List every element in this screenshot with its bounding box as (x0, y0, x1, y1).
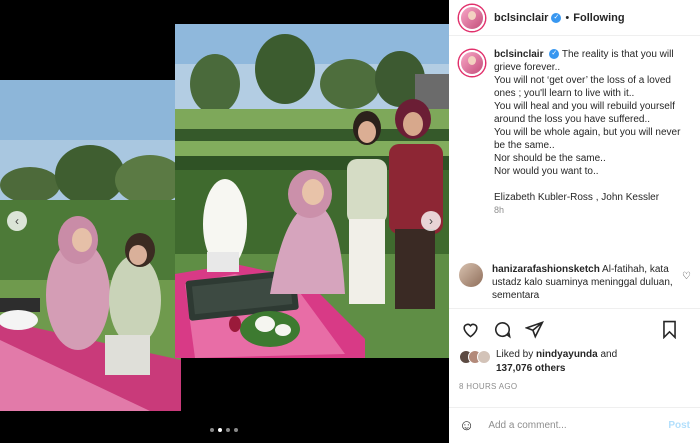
chevron-right-icon: › (429, 214, 433, 228)
slide-indicator (210, 428, 238, 432)
comment-icon (494, 322, 511, 339)
caption: bclsinclair ✓ The reality is that you wi… (459, 48, 695, 217)
comment-item: hanizarafashionsketch Al-fatihah, kata u… (459, 263, 695, 302)
caption-line: You will not ‘get over’ the loss of a lo… (494, 75, 671, 99)
slide-dot (234, 428, 238, 432)
slide-dot (210, 428, 214, 432)
header-username[interactable]: bclsinclair (494, 12, 548, 24)
comment-button[interactable] (491, 319, 513, 341)
avatar (477, 350, 491, 364)
caption-avatar[interactable] (459, 50, 485, 76)
liker-username[interactable]: nindyayunda (536, 349, 598, 360)
comment-text: hanizarafashionsketch Al-fatihah, kata u… (492, 263, 682, 302)
chevron-left-icon: ‹ (15, 214, 19, 228)
send-icon (524, 320, 544, 339)
next-slide-button[interactable]: › (421, 211, 441, 231)
bookmark-icon (662, 320, 676, 339)
caption-line: Nor would you want to.. (494, 166, 599, 177)
caption-line: You will heal and you will rebuild yours… (494, 101, 675, 125)
verified-badge-icon: ✓ (549, 49, 560, 60)
add-comment-bar: ☺ Post (449, 407, 700, 443)
smile-icon[interactable]: ☺ (459, 417, 474, 434)
commenter-username[interactable]: hanizarafashionsketch (492, 264, 600, 275)
main-photo (175, 24, 449, 358)
caption-line: You will be whole again, but you will ne… (494, 127, 681, 151)
post-media: ‹ › (0, 0, 449, 443)
likes-count[interactable]: 137,076 others (496, 363, 566, 374)
post-comment-button[interactable]: Post (668, 420, 690, 431)
action-bar (449, 308, 700, 350)
separator-dot: • (565, 11, 570, 24)
liker-avatars (459, 350, 491, 364)
share-button[interactable] (523, 319, 545, 341)
comment-input[interactable] (488, 420, 659, 431)
verified-badge-icon: ✓ (551, 12, 562, 23)
caption-text: bclsinclair ✓ The reality is that you wi… (494, 48, 694, 217)
caption-credit: Elizabeth Kubler-Ross , John Kessler (494, 192, 660, 203)
comment-like-heart-icon[interactable]: ♡ (682, 271, 691, 282)
slide-dot-active (218, 428, 222, 432)
caption-line: Nor should be the same.. (494, 153, 606, 164)
post-panel: bclsinclair ✓ • Following bclsinclair ✓ … (449, 0, 700, 443)
save-button[interactable] (658, 319, 680, 341)
likes-prefix: Liked by (496, 349, 534, 360)
previous-slide-button[interactable]: ‹ (7, 211, 27, 231)
avatar[interactable] (459, 4, 485, 31)
post-timestamp[interactable]: 8 HOURS AGO (459, 382, 517, 391)
like-button[interactable] (459, 319, 481, 341)
heart-icon (462, 323, 478, 338)
commenter-avatar[interactable] (459, 263, 483, 287)
previous-photo (0, 80, 181, 411)
likes-text: Liked by nindyayunda and 137,076 others (496, 348, 617, 376)
likes-joiner: and (600, 349, 618, 360)
slide-dot (226, 428, 230, 432)
caption-username[interactable]: bclsinclair (494, 49, 543, 60)
following-button[interactable]: Following (573, 12, 624, 24)
likes-summary: Liked by nindyayunda and 137,076 others (459, 348, 617, 376)
post-header: bclsinclair ✓ • Following (449, 0, 700, 36)
caption-time: 8h (494, 205, 505, 215)
